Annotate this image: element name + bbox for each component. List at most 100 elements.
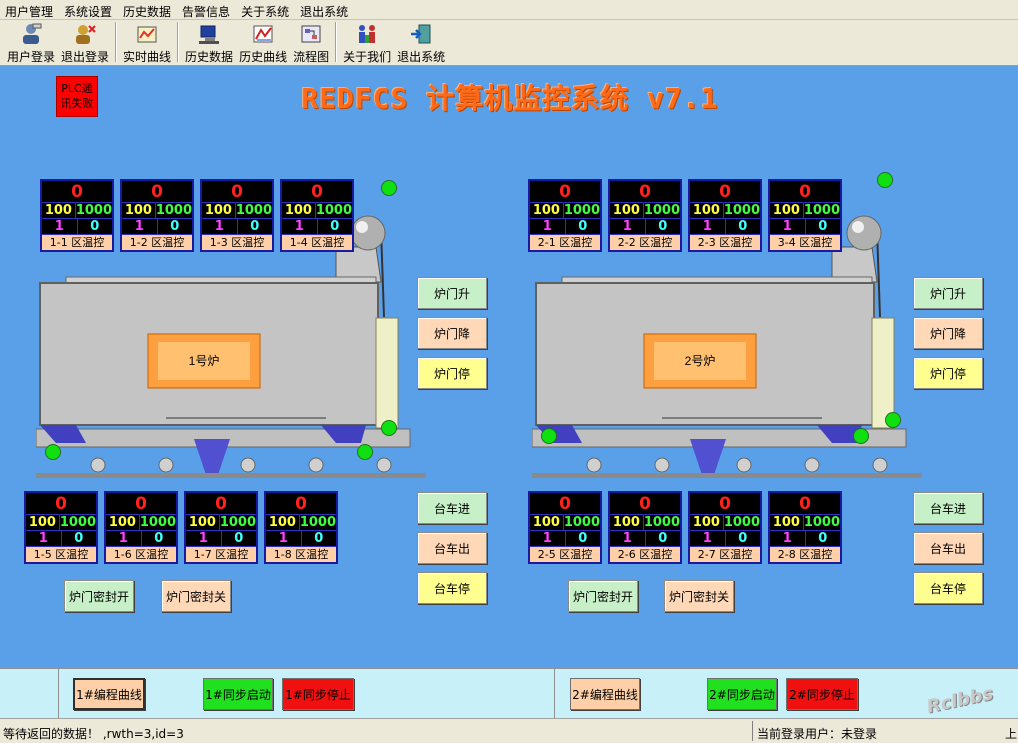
zone-limit: 1000: [299, 515, 336, 530]
status-indicator-dot: [381, 180, 397, 196]
zone-mode: 1: [770, 219, 806, 234]
temp-zone-panel[interactable]: 0 100 1000 10 2-1 区温控: [528, 179, 602, 252]
zone-setpoint: 100: [690, 515, 724, 530]
f1-sync-start-button[interactable]: 1#同步启动: [203, 678, 273, 710]
temp-zone-panel[interactable]: 0 100 1000 10 2-3 区温控: [688, 179, 762, 252]
f1-program-curve-button[interactable]: 1#编程曲线: [73, 678, 145, 710]
f2-program-curve-button[interactable]: 2#编程曲线: [570, 678, 640, 710]
temp-zone-panel[interactable]: 0 100 1000 10 1-8 区温控: [264, 491, 338, 564]
zone-setpoint: 100: [770, 515, 804, 530]
f1-door-stop-button[interactable]: 炉门停: [417, 357, 487, 389]
about-us-button[interactable]: 关于我们: [340, 20, 394, 64]
realtime-curve-button[interactable]: 实时曲线: [120, 20, 174, 64]
zone-temperature-value: 0: [282, 181, 352, 203]
monitor-canvas: PLC通讯失败 REDFCS 计算机监控系统 v7.1 1号炉 2号炉 0 10…: [0, 67, 1018, 668]
zone-name: 1-1 区温控: [42, 235, 112, 250]
temp-zone-panel[interactable]: 0 100 1000 10 1-5 区温控: [24, 491, 98, 564]
flowchart-button[interactable]: 流程图: [290, 20, 332, 64]
zone-limit: 1000: [563, 203, 600, 218]
history-data-icon: [197, 22, 221, 46]
status-indicator-dot: [885, 412, 901, 428]
exit-system-button[interactable]: 退出系统: [394, 20, 448, 64]
furnace-2-label: 2号炉: [685, 354, 716, 368]
status-extra: 上: [1005, 727, 1018, 741]
f2-door-up-button[interactable]: 炉门升: [913, 277, 983, 309]
history-data-button[interactable]: 历史数据: [182, 20, 236, 64]
f2-cart-stop-button[interactable]: 台车停: [913, 572, 983, 604]
user-login-button[interactable]: 用户登录: [4, 20, 58, 64]
status-indicator-dot: [381, 420, 397, 436]
temp-zone-panel[interactable]: 0 100 1000 10 1-3 区温控: [200, 179, 274, 252]
zone-temperature-value: 0: [202, 181, 272, 203]
temp-zone-panel[interactable]: 0 100 1000 10 3-4 区温控: [768, 179, 842, 252]
toolbar-separator: [115, 22, 118, 62]
temp-zone-panel[interactable]: 0 100 1000 10 1-4 区温控: [280, 179, 354, 252]
temp-zone-panel[interactable]: 0 100 1000 10 2-8 区温控: [768, 491, 842, 564]
zone-name: 2-7 区温控: [690, 547, 760, 562]
f1-cart-stop-button[interactable]: 台车停: [417, 572, 487, 604]
f2-sync-stop-button[interactable]: 2#同步停止: [786, 678, 858, 710]
temp-zone-panel[interactable]: 0 100 1000 10 1-2 区温控: [120, 179, 194, 252]
zone-mode: 1: [770, 531, 806, 546]
temp-zone-panel[interactable]: 0 100 1000 10 1-6 区温控: [104, 491, 178, 564]
menu-user-management[interactable]: 用户管理: [0, 0, 59, 20]
temp-zone-panel[interactable]: 0 100 1000 10 2-5 区温控: [528, 491, 602, 564]
zone-setpoint: 100: [202, 203, 236, 218]
f2-cart-out-button[interactable]: 台车出: [913, 532, 983, 564]
zone-mode: 1: [106, 531, 142, 546]
zone-setpoint: 100: [266, 515, 300, 530]
status-bar: 等待返回的数据！ ,rwth=3,id=3 当前登录用户：未登录 上: [0, 718, 1018, 743]
menu-bar: 用户管理 系统设置 历史数据 告警信息 关于系统 退出系统: [0, 0, 1018, 20]
f1-door-seal-open-button[interactable]: 炉门密封开: [64, 580, 134, 612]
zone-name: 1-4 区温控: [282, 235, 352, 250]
user-login-icon: [19, 22, 43, 46]
zone-limit: 1000: [139, 515, 176, 530]
zone-name: 2-3 区温控: [690, 235, 760, 250]
f1-door-seal-close-button[interactable]: 炉门密封关: [161, 580, 231, 612]
zone-mode: 1: [690, 219, 726, 234]
zone-setpoint: 100: [610, 515, 644, 530]
temp-zone-panel[interactable]: 0 100 1000 10 1-7 区温控: [184, 491, 258, 564]
history-curve-button[interactable]: 历史曲线: [236, 20, 290, 64]
zone-limit: 1000: [315, 203, 352, 218]
zone-mode: 1: [610, 219, 646, 234]
logout-button[interactable]: 退出登录: [58, 20, 112, 64]
bottom-control-bar: 1#编程曲线 1#同步启动 1#同步停止 2#编程曲线 2#同步启动 2#同步停…: [0, 668, 1018, 719]
zone-output: 0: [154, 531, 164, 546]
status-indicator-dot: [853, 428, 869, 444]
zone-output: 0: [90, 219, 100, 234]
zone-temperature-value: 0: [266, 493, 336, 515]
f2-cart-in-button[interactable]: 台车进: [913, 492, 983, 524]
menu-system-settings[interactable]: 系统设置: [59, 0, 118, 20]
f1-cart-out-button[interactable]: 台车出: [417, 532, 487, 564]
f2-door-seal-close-button[interactable]: 炉门密封关: [664, 580, 734, 612]
zone-mode: 1: [610, 531, 646, 546]
zone-name: 2-2 区温控: [610, 235, 680, 250]
f2-door-seal-open-button[interactable]: 炉门密封开: [568, 580, 638, 612]
f2-sync-start-button[interactable]: 2#同步启动: [707, 678, 777, 710]
temp-zone-panel[interactable]: 0 100 1000 10 2-7 区温控: [688, 491, 762, 564]
f2-door-down-button[interactable]: 炉门降: [913, 317, 983, 349]
zone-temperature-value: 0: [770, 493, 840, 515]
zone-limit: 1000: [643, 515, 680, 530]
temp-zone-panel[interactable]: 0 100 1000 10 1-1 区温控: [40, 179, 114, 252]
f1-cart-in-button[interactable]: 台车进: [417, 492, 487, 524]
menu-history-data[interactable]: 历史数据: [118, 0, 177, 20]
f2-door-stop-button[interactable]: 炉门停: [913, 357, 983, 389]
f1-sync-stop-button[interactable]: 1#同步停止: [282, 678, 354, 710]
zone-setpoint: 100: [42, 203, 76, 218]
menu-about-system[interactable]: 关于系统: [236, 0, 295, 20]
zone-temperature-value: 0: [186, 493, 256, 515]
menu-exit-system[interactable]: 退出系统: [295, 0, 354, 20]
f1-door-down-button[interactable]: 炉门降: [417, 317, 487, 349]
temp-zone-panel[interactable]: 0 100 1000 10 2-6 区温控: [608, 491, 682, 564]
zone-output: 0: [818, 219, 828, 234]
zone-name: 2-6 区温控: [610, 547, 680, 562]
zone-output: 0: [738, 531, 748, 546]
temp-zone-panel[interactable]: 0 100 1000 10 2-2 区温控: [608, 179, 682, 252]
zone-temperature-value: 0: [690, 493, 760, 515]
menu-alarm-info[interactable]: 告警信息: [177, 0, 236, 20]
zone-setpoint: 100: [106, 515, 140, 530]
f1-door-up-button[interactable]: 炉门升: [417, 277, 487, 309]
zone-name: 1-2 区温控: [122, 235, 192, 250]
